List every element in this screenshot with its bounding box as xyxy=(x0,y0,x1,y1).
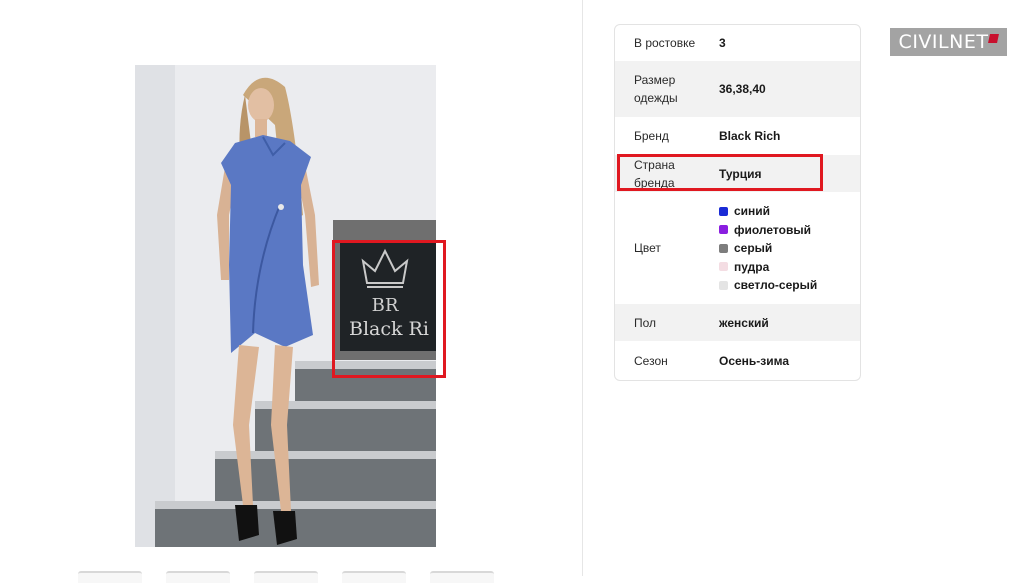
thumbnail[interactable] xyxy=(254,571,318,583)
thumbnail-strip xyxy=(78,571,494,583)
color-item: фиолетовый xyxy=(719,220,860,239)
logo-text: CIVILNET xyxy=(898,31,989,53)
spec-row-brand-country: Страна бренда Турция xyxy=(615,155,860,192)
sign-brand-text: Black Ri xyxy=(349,318,429,340)
spec-label: Размер одежды xyxy=(634,73,678,105)
spec-label: Сезон xyxy=(634,353,668,368)
spec-value: Турция xyxy=(719,166,762,181)
color-name: пудра xyxy=(734,259,770,274)
color-swatch xyxy=(719,243,728,253)
spec-value: женский xyxy=(719,315,769,330)
spec-label: Пол xyxy=(634,315,657,330)
thumbnail[interactable] xyxy=(430,571,494,583)
spec-value: 36,38,40 xyxy=(719,82,766,96)
logo-mark xyxy=(988,33,1000,43)
spec-row-pack: В ростовке 3 xyxy=(615,25,860,61)
thumbnail[interactable] xyxy=(342,571,406,583)
spec-row-color: Цвет синий фиолетовый серый пудра светло… xyxy=(615,192,860,304)
color-swatch xyxy=(719,262,728,271)
product-specs-table: В ростовке 3 Размер одежды 36,38,40 Брен… xyxy=(614,24,861,381)
spec-value: Осень-зима xyxy=(719,353,790,368)
spec-row-size: Размер одежды 36,38,40 xyxy=(615,61,860,117)
spec-value: Black Rich xyxy=(719,129,781,143)
spec-label: Страна бренда xyxy=(634,157,675,190)
thumbnail[interactable] xyxy=(166,571,230,583)
product-photo[interactable]: BR Black Ri xyxy=(135,65,436,547)
color-item: пудра xyxy=(719,257,860,276)
color-list: синий фиолетовый серый пудра светло-серы… xyxy=(719,202,860,295)
spec-label: Цвет xyxy=(634,241,661,255)
spec-label: В ростовке xyxy=(634,36,696,50)
color-swatch xyxy=(719,206,728,216)
color-item: синий xyxy=(719,202,860,221)
color-swatch xyxy=(719,280,728,290)
color-item: серый xyxy=(719,239,860,258)
spec-row-season: Сезон Осень-зима xyxy=(615,341,860,380)
spec-value-colors: синий фиолетовый серый пудра светло-серы… xyxy=(719,202,860,295)
color-name: синий xyxy=(734,204,771,218)
divider xyxy=(582,0,583,576)
civilnet-logo: CIVILNET xyxy=(890,28,1007,56)
color-name: серый xyxy=(734,241,773,255)
color-swatch xyxy=(719,225,728,234)
spec-value: 3 xyxy=(719,36,726,50)
color-name: светло-серый xyxy=(734,278,818,292)
thumbnail[interactable] xyxy=(78,571,142,583)
spec-label: Бренд xyxy=(634,129,669,143)
color-item: светло-серый xyxy=(719,276,860,295)
sign-monogram: BR xyxy=(372,295,399,316)
spec-row-brand: Бренд Black Rich xyxy=(615,117,860,155)
color-name: фиолетовый xyxy=(734,222,811,237)
spec-row-gender: Пол женский xyxy=(615,304,860,341)
